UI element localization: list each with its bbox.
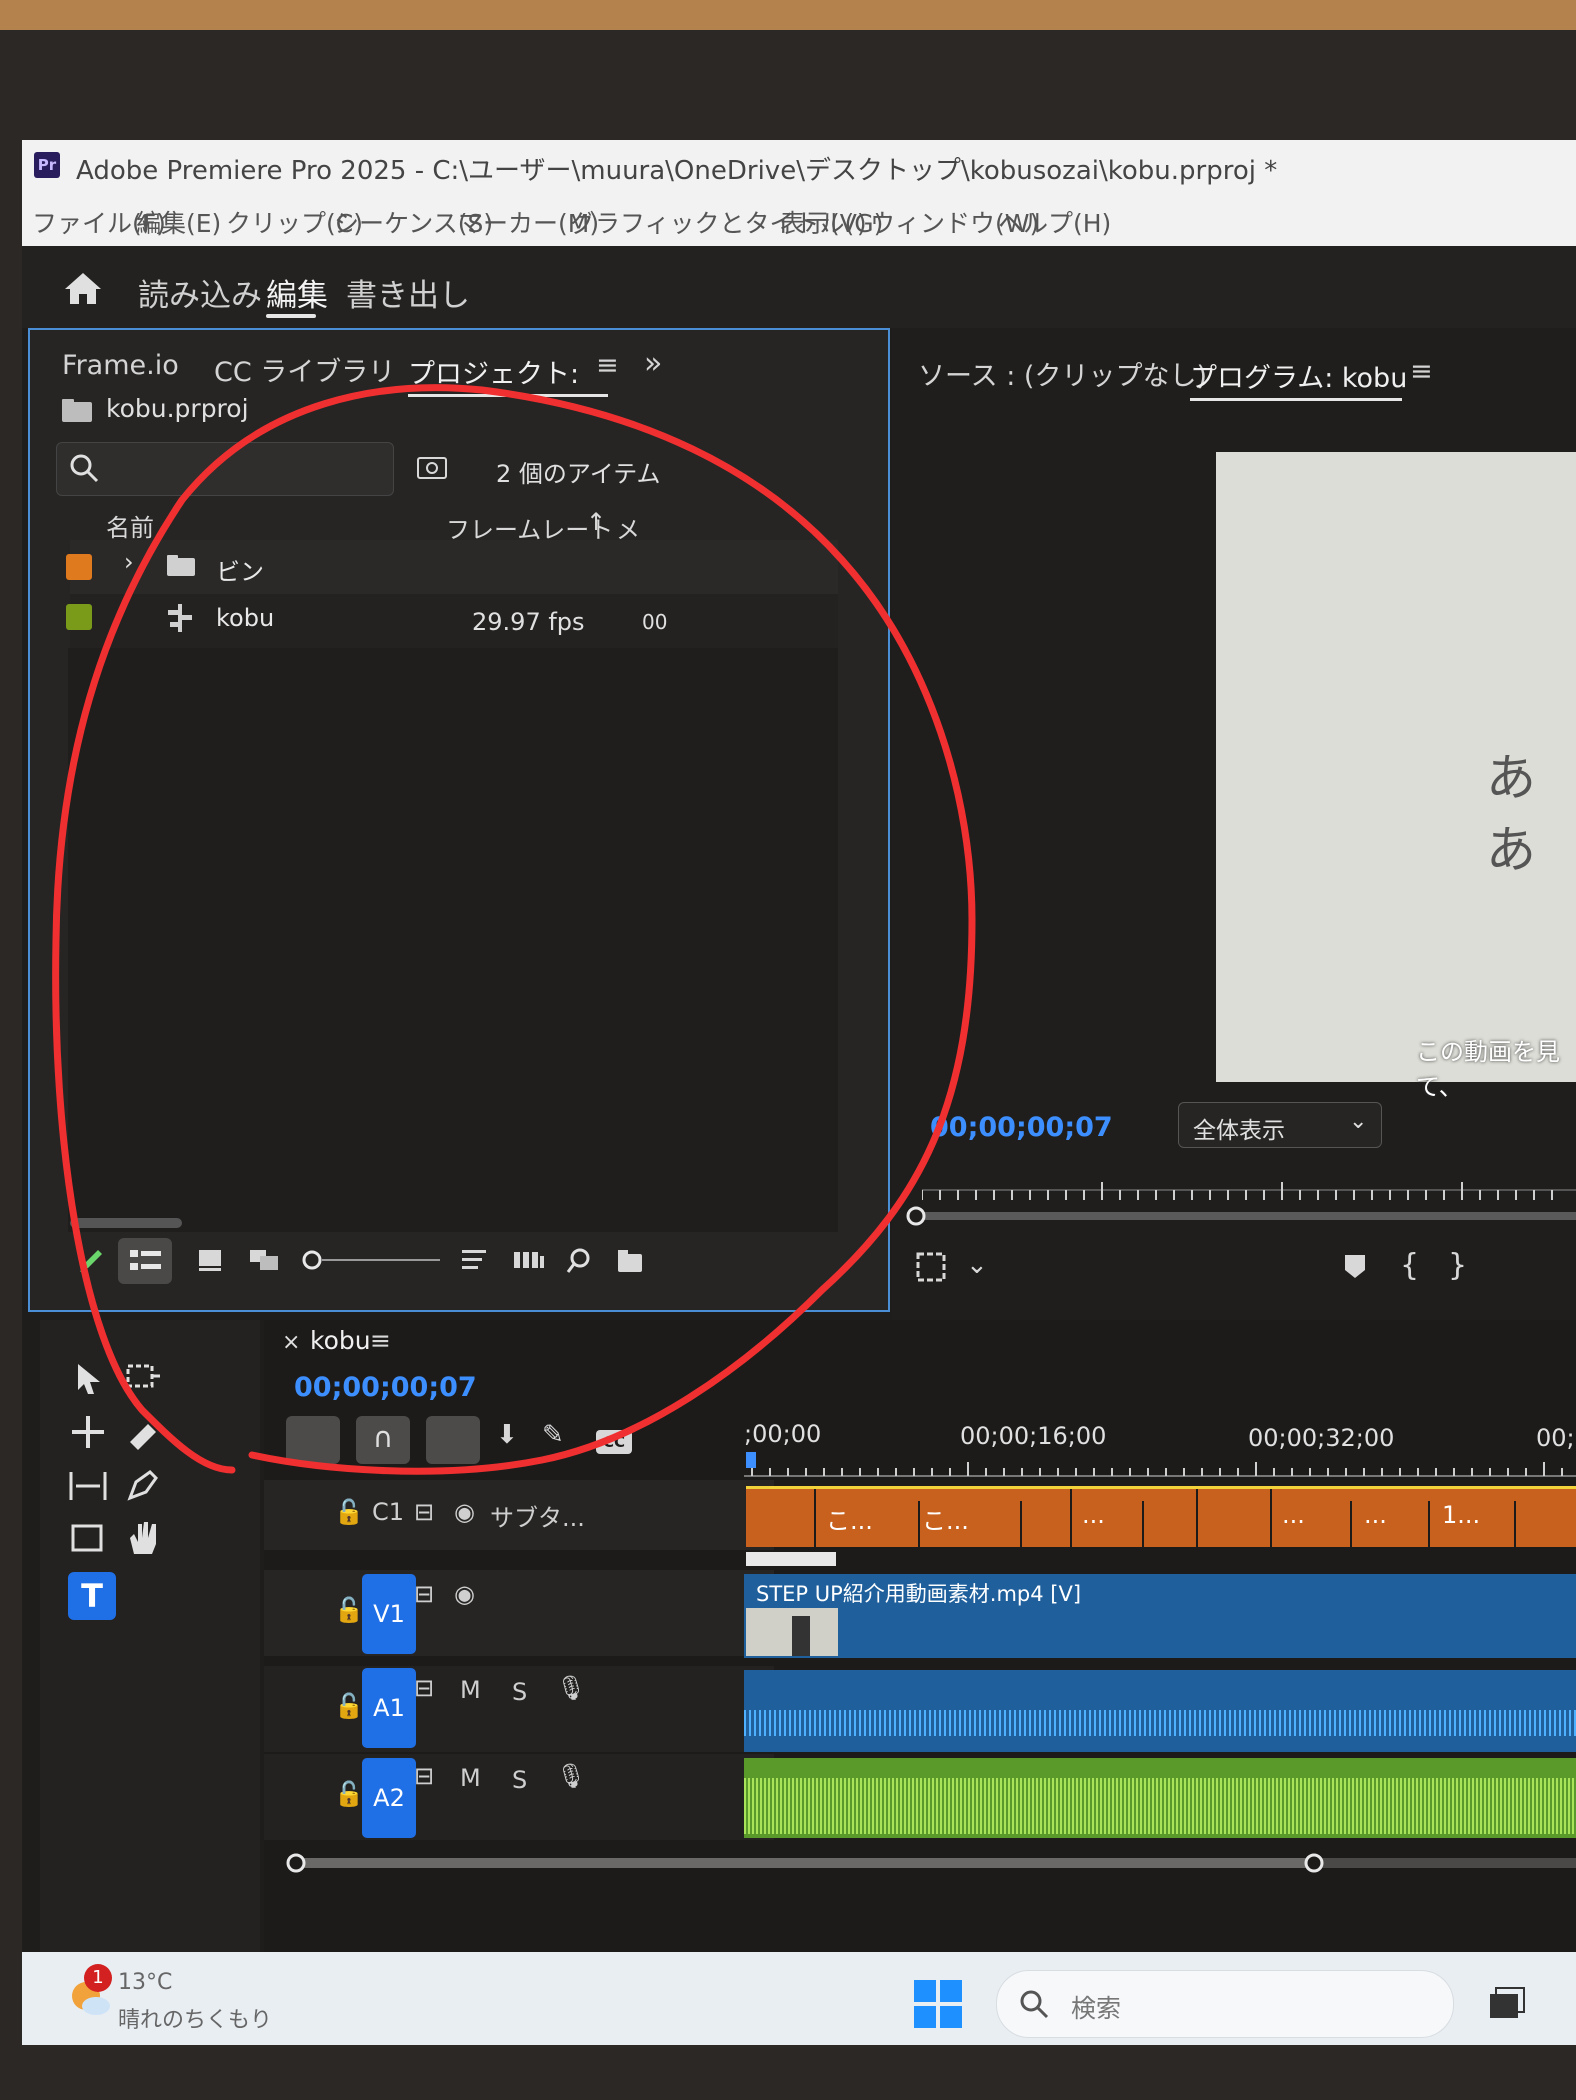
red-annotation-circle xyxy=(52,384,976,1475)
screen: Pr Adobe Premiere Pro 2025 - C:\ユーザー\muu… xyxy=(22,140,1576,2045)
